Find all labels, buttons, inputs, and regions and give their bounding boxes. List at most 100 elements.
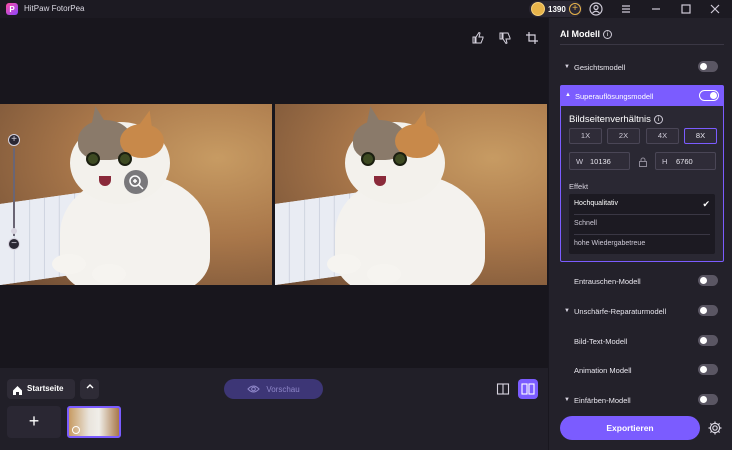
- cat-eye: [86, 152, 100, 166]
- model-label: Bild-Text-Modell: [574, 337, 628, 346]
- scale-2x-button[interactable]: 2X: [607, 128, 640, 144]
- coin-icon: [531, 2, 545, 16]
- width-field[interactable]: W 10136: [569, 152, 630, 170]
- cat-eye: [118, 152, 132, 166]
- home-label: Startseite: [27, 384, 64, 393]
- sidebar-title: AI Modell i: [560, 29, 612, 39]
- image-thumbnail[interactable]: [67, 406, 121, 438]
- zoom-in-icon[interactable]: +: [8, 134, 20, 146]
- cat-paw: [92, 264, 126, 284]
- eye-icon: [247, 385, 261, 393]
- aspect-ratio-text: Bildseitenverhältnis: [569, 114, 651, 125]
- zoom-slider[interactable]: + −: [8, 134, 20, 250]
- collapse-button[interactable]: [80, 379, 99, 399]
- effect-option[interactable]: Schnell: [569, 214, 715, 234]
- model-row-einfaerben[interactable]: ▼ Einfärben-Modell: [560, 394, 724, 408]
- width-key: W: [576, 157, 584, 166]
- model-toggle[interactable]: [698, 275, 718, 286]
- model-label: Unschärfe-Reparaturmodell: [574, 307, 667, 316]
- sidebar-title-label: AI Modell: [560, 29, 600, 39]
- height-key: H: [662, 157, 668, 166]
- add-credits-button[interactable]: +: [569, 3, 581, 15]
- model-label: Superauflösungsmodell: [575, 92, 654, 101]
- effect-option[interactable]: hohe Wiedergabetreue: [569, 234, 715, 254]
- check-icon: ✔: [702, 199, 710, 209]
- title-bar: P HitPaw FotorPea 1390 +: [0, 0, 732, 18]
- app-title: HitPaw FotorPea: [24, 4, 85, 13]
- cat-paw: [52, 254, 86, 274]
- single-view-button[interactable]: [493, 379, 513, 399]
- app-logo: P: [6, 3, 18, 15]
- zoom-track[interactable]: [13, 148, 15, 236]
- scale-8x-button[interactable]: 8X: [684, 128, 717, 144]
- thumbs-up-icon[interactable]: [471, 31, 485, 45]
- preview-button[interactable]: Vorschau: [224, 379, 323, 399]
- minimize-icon[interactable]: [649, 2, 663, 16]
- account-icon[interactable]: [589, 2, 603, 16]
- export-button[interactable]: Exportieren: [560, 416, 700, 440]
- model-toggle[interactable]: [698, 61, 718, 72]
- chevron-down-icon[interactable]: ▼: [564, 64, 570, 70]
- model-row-gesichtsmodell[interactable]: ▼ Gesichtsmodell: [560, 61, 724, 75]
- close-icon[interactable]: [708, 2, 722, 16]
- menu-icon[interactable]: [619, 2, 633, 16]
- zoom-out-icon[interactable]: −: [8, 238, 20, 250]
- compare-view-button[interactable]: [518, 379, 538, 399]
- model-toggle[interactable]: [698, 305, 718, 316]
- split-view-icon: [496, 383, 510, 395]
- height-field[interactable]: H 6760: [655, 152, 716, 170]
- processing-status-icon: [72, 426, 80, 434]
- info-icon[interactable]: i: [603, 30, 612, 39]
- credits-count: 1390: [548, 5, 566, 14]
- model-label: Animation Modell: [574, 366, 632, 375]
- model-toggle[interactable]: [699, 90, 719, 101]
- thumbs-down-icon[interactable]: [498, 31, 512, 45]
- cat-paw: [327, 254, 361, 274]
- maximize-icon[interactable]: [679, 2, 693, 16]
- model-label: Entrauschen-Modell: [574, 277, 641, 286]
- height-value: 6760: [676, 157, 693, 166]
- effect-dropdown: Hochqualitativ ✔ Schnell hohe Wiedergabe…: [569, 194, 715, 254]
- divider: [560, 44, 724, 45]
- model-row-unschaerfe[interactable]: ▼ Unschärfe-Reparaturmodell: [560, 305, 724, 319]
- gear-icon[interactable]: [707, 420, 723, 436]
- credits-pill[interactable]: 1390 +: [529, 1, 582, 17]
- cat-paw: [367, 264, 401, 284]
- model-row-entrauschen[interactable]: Entrauschen-Modell: [560, 275, 724, 289]
- ai-model-sidebar: AI Modell i ▼ Gesichtsmodell ▲ Superauflö…: [549, 18, 732, 450]
- cat-eye: [361, 152, 375, 166]
- preview-label: Vorschau: [266, 384, 300, 394]
- effect-label: Effekt: [569, 182, 589, 191]
- add-image-button[interactable]: +: [7, 406, 61, 438]
- chevron-down-icon[interactable]: ▼: [564, 397, 570, 403]
- bottom-bar: Startseite Vorschau +: [0, 368, 548, 450]
- model-row-animation[interactable]: Animation Modell: [560, 364, 724, 378]
- model-toggle[interactable]: [698, 394, 718, 405]
- side-by-side-icon: [521, 383, 535, 395]
- superres-panel: ▲ Superauflösungsmodell Bildseitenverhäl…: [560, 85, 724, 262]
- original-image[interactable]: [0, 104, 272, 285]
- app-window: P HitPaw FotorPea 1390 + + − Startseite …: [0, 0, 732, 450]
- chevron-up-icon[interactable]: ▲: [565, 92, 571, 98]
- processed-image[interactable]: [275, 104, 547, 285]
- scale-1x-button[interactable]: 1X: [569, 128, 602, 144]
- scale-4x-button[interactable]: 4X: [646, 128, 679, 144]
- magnifier-icon[interactable]: [124, 170, 148, 194]
- lock-icon[interactable]: [637, 155, 649, 167]
- chevron-down-icon[interactable]: ▼: [564, 308, 570, 314]
- model-label: Gesichtsmodell: [574, 63, 626, 72]
- aspect-ratio-label: Bildseitenverhältnis i: [569, 114, 663, 125]
- width-value: 10136: [590, 157, 611, 166]
- home-button[interactable]: Startseite: [7, 379, 75, 399]
- zoom-knob[interactable]: [11, 228, 17, 234]
- model-toggle[interactable]: [698, 364, 718, 375]
- effect-option[interactable]: Hochqualitativ ✔: [569, 194, 715, 214]
- cat-eye: [393, 152, 407, 166]
- home-icon: [12, 383, 23, 395]
- model-row-superres[interactable]: ▲ Superauflösungsmodell: [561, 86, 723, 106]
- model-row-bild-text[interactable]: Bild-Text-Modell: [560, 335, 724, 349]
- model-toggle[interactable]: [698, 335, 718, 346]
- info-icon[interactable]: i: [653, 115, 663, 124]
- chevron-up-icon: [86, 384, 93, 389]
- crop-icon[interactable]: [525, 31, 539, 45]
